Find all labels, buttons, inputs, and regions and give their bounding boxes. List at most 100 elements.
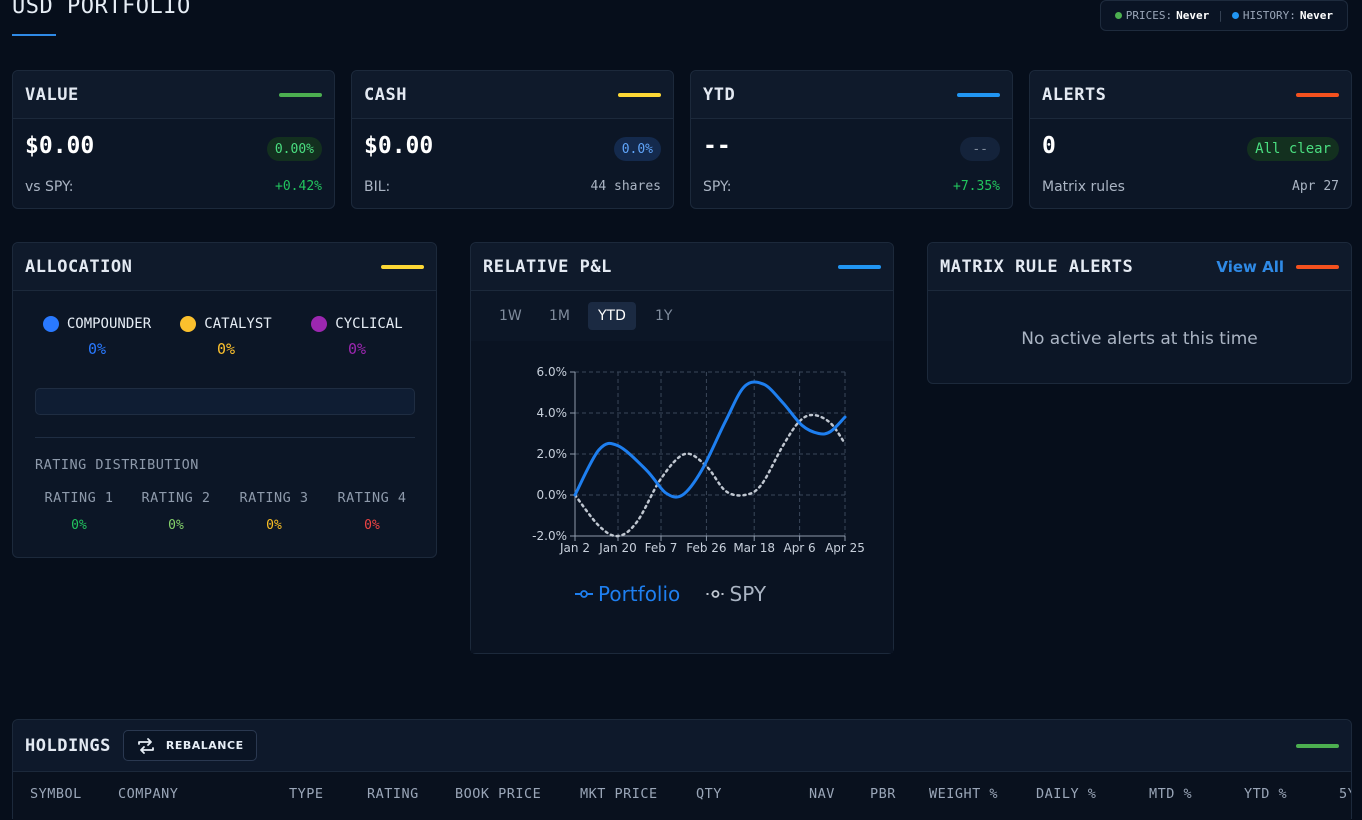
col-company[interactable]: COMPANY xyxy=(118,786,178,802)
col-qty[interactable]: QTY xyxy=(696,786,722,802)
card-title: RELATIVE P&L xyxy=(483,256,612,277)
holdings-card: HOLDINGS REBALANCE SYMBOL COMPANY TYPE R… xyxy=(12,719,1352,820)
accent-bar xyxy=(618,92,661,97)
alerts-sub-value: Apr 27 xyxy=(1292,179,1339,194)
accent-bar xyxy=(838,264,881,269)
history-status: HISTORY: Never xyxy=(1231,9,1333,22)
title-underline xyxy=(12,34,56,36)
accent-bar xyxy=(279,92,322,97)
prices-dot-icon xyxy=(1114,12,1122,19)
rating-2: RATING 2 0% xyxy=(141,490,211,533)
cash-value: $0.00 xyxy=(364,133,434,159)
cash-card: CASH $0.00 0.0% BIL: 44 shares xyxy=(351,70,674,209)
card-title: HOLDINGS xyxy=(25,735,111,756)
cyclical-dot-icon xyxy=(311,316,328,332)
accent-bar xyxy=(381,264,424,269)
value-card: VALUE $0.00 0.00% vs SPY: +0.42% xyxy=(12,70,335,209)
x-tick-label: Jan 20 xyxy=(598,541,637,555)
rebalance-icon xyxy=(137,737,154,754)
divider xyxy=(35,437,415,438)
legend-label: Portfolio xyxy=(598,582,680,606)
y-tick-label: 2.0% xyxy=(537,447,568,461)
col-book-price[interactable]: BOOK PRICE xyxy=(455,786,541,802)
col-ytd[interactable]: YTD % xyxy=(1244,786,1287,802)
value-sub-label: vs SPY: xyxy=(25,179,74,195)
history-dot-icon xyxy=(1231,12,1239,19)
tab-1w[interactable]: 1W xyxy=(489,302,532,330)
allocation-catalyst: CATALYST 0% xyxy=(176,316,276,358)
matrix-rule-alerts-card: MATRIX RULE ALERTS View All No active al… xyxy=(927,242,1352,384)
col-rating[interactable]: RATING xyxy=(367,786,419,802)
y-tick-label: 6.0% xyxy=(537,365,568,379)
allocation-cyclical: CYCLICAL 0% xyxy=(307,316,407,358)
rebalance-label: REBALANCE xyxy=(165,739,244,752)
x-tick-label: Feb 7 xyxy=(645,541,678,555)
x-tick-label: Feb 26 xyxy=(686,541,726,555)
accent-bar xyxy=(957,92,1000,97)
card-title: MATRIX RULE ALERTS xyxy=(940,256,1134,277)
y-tick-label: 0.0% xyxy=(537,488,568,502)
rating-distribution-title: RATING DISTRIBUTION xyxy=(35,457,199,473)
col-mkt-price[interactable]: MKT PRICE xyxy=(580,786,658,802)
rebalance-button[interactable]: REBALANCE xyxy=(122,730,257,761)
accent-bar xyxy=(1296,92,1339,97)
allocation-compounder: COMPOUNDER 0% xyxy=(37,316,157,358)
alerts-card: ALERTS 0 All clear Matrix rules Apr 27 xyxy=(1029,70,1352,209)
accent-bar xyxy=(1296,743,1339,748)
prices-status: PRICES: Never xyxy=(1114,9,1209,22)
tab-ytd[interactable]: YTD xyxy=(588,302,636,330)
ytd-badge: -- xyxy=(960,137,1000,161)
compounder-dot-icon xyxy=(42,316,59,332)
col-5y[interactable]: 5Y xyxy=(1339,786,1351,802)
series-line-portfolio xyxy=(573,380,847,499)
page-title: USD PORTFOLIO xyxy=(12,0,191,19)
card-title: ALERTS xyxy=(1042,84,1107,105)
allocation-bar xyxy=(35,388,415,415)
tab-1m[interactable]: 1M xyxy=(539,302,580,330)
col-type[interactable]: TYPE xyxy=(289,786,324,802)
cash-pct-badge: 0.0% xyxy=(613,137,661,161)
value-sub-value: +0.42% xyxy=(275,179,322,194)
tab-1y[interactable]: 1Y xyxy=(645,302,682,330)
col-mtd[interactable]: MTD % xyxy=(1149,786,1192,802)
status-indicator: PRICES: Never | HISTORY: Never xyxy=(1099,0,1348,31)
view-all-link[interactable]: View All xyxy=(1216,258,1284,276)
rating-3: RATING 3 0% xyxy=(239,490,309,533)
accent-bar xyxy=(1296,264,1339,269)
col-weight[interactable]: WEIGHT % xyxy=(929,786,998,802)
cash-sub-value: 44 shares xyxy=(590,179,661,194)
card-title: CASH xyxy=(364,84,407,105)
relative-pnl-chart: 6.0%4.0%2.0%0.0%-2.0%Jan 2 Jan 20 Feb 7 Feb… xyxy=(471,341,893,653)
card-title: YTD xyxy=(703,84,736,105)
legend-marker-icon xyxy=(580,590,588,598)
holdings-header-row: SYMBOL COMPANY TYPE RATING BOOK PRICE MK… xyxy=(13,772,1351,820)
y-tick-label: 4.0% xyxy=(537,406,568,420)
x-tick-label: Apr 25 xyxy=(825,541,865,555)
col-symbol[interactable]: SYMBOL xyxy=(30,786,82,802)
relative-pnl-card: RELATIVE P&L 1W 1M YTD 1Y 6.0% 4.0% 2.0% 0.… xyxy=(470,242,894,654)
card-title: VALUE xyxy=(25,84,79,105)
col-pbr[interactable]: PBR xyxy=(870,786,896,802)
rating-1: RATING 1 0% xyxy=(44,490,114,533)
empty-alerts-message: No active alerts at this time xyxy=(1021,329,1258,349)
portfolio-value: $0.00 xyxy=(25,133,95,159)
series-line-spy xyxy=(573,413,847,538)
cash-sub-label: BIL: xyxy=(364,179,391,195)
alerts-sub-label: Matrix rules xyxy=(1042,179,1125,195)
alerts-count: 0 xyxy=(1042,133,1056,159)
rating-4: RATING 4 0% xyxy=(337,490,407,533)
card-title: ALLOCATION xyxy=(25,256,133,277)
catalyst-dot-icon xyxy=(180,316,197,332)
ytd-card: YTD -- -- SPY: +7.35% xyxy=(690,70,1013,209)
status-separator: | xyxy=(1217,9,1224,22)
col-nav[interactable]: NAV xyxy=(809,786,835,802)
ytd-sub-label: SPY: xyxy=(703,179,732,195)
legend-label: SPY xyxy=(730,582,767,606)
alerts-status-badge: All clear xyxy=(1247,137,1339,161)
col-daily[interactable]: DAILY % xyxy=(1036,786,1096,802)
x-tick-label: Jan 2 xyxy=(559,541,590,555)
ytd-value: -- xyxy=(703,133,731,159)
legend-marker-icon xyxy=(711,590,720,598)
x-tick-label: Apr 6 xyxy=(783,541,815,555)
allocation-card: ALLOCATION COMPOUNDER 0% CATALYST 0% CYC… xyxy=(12,242,437,558)
